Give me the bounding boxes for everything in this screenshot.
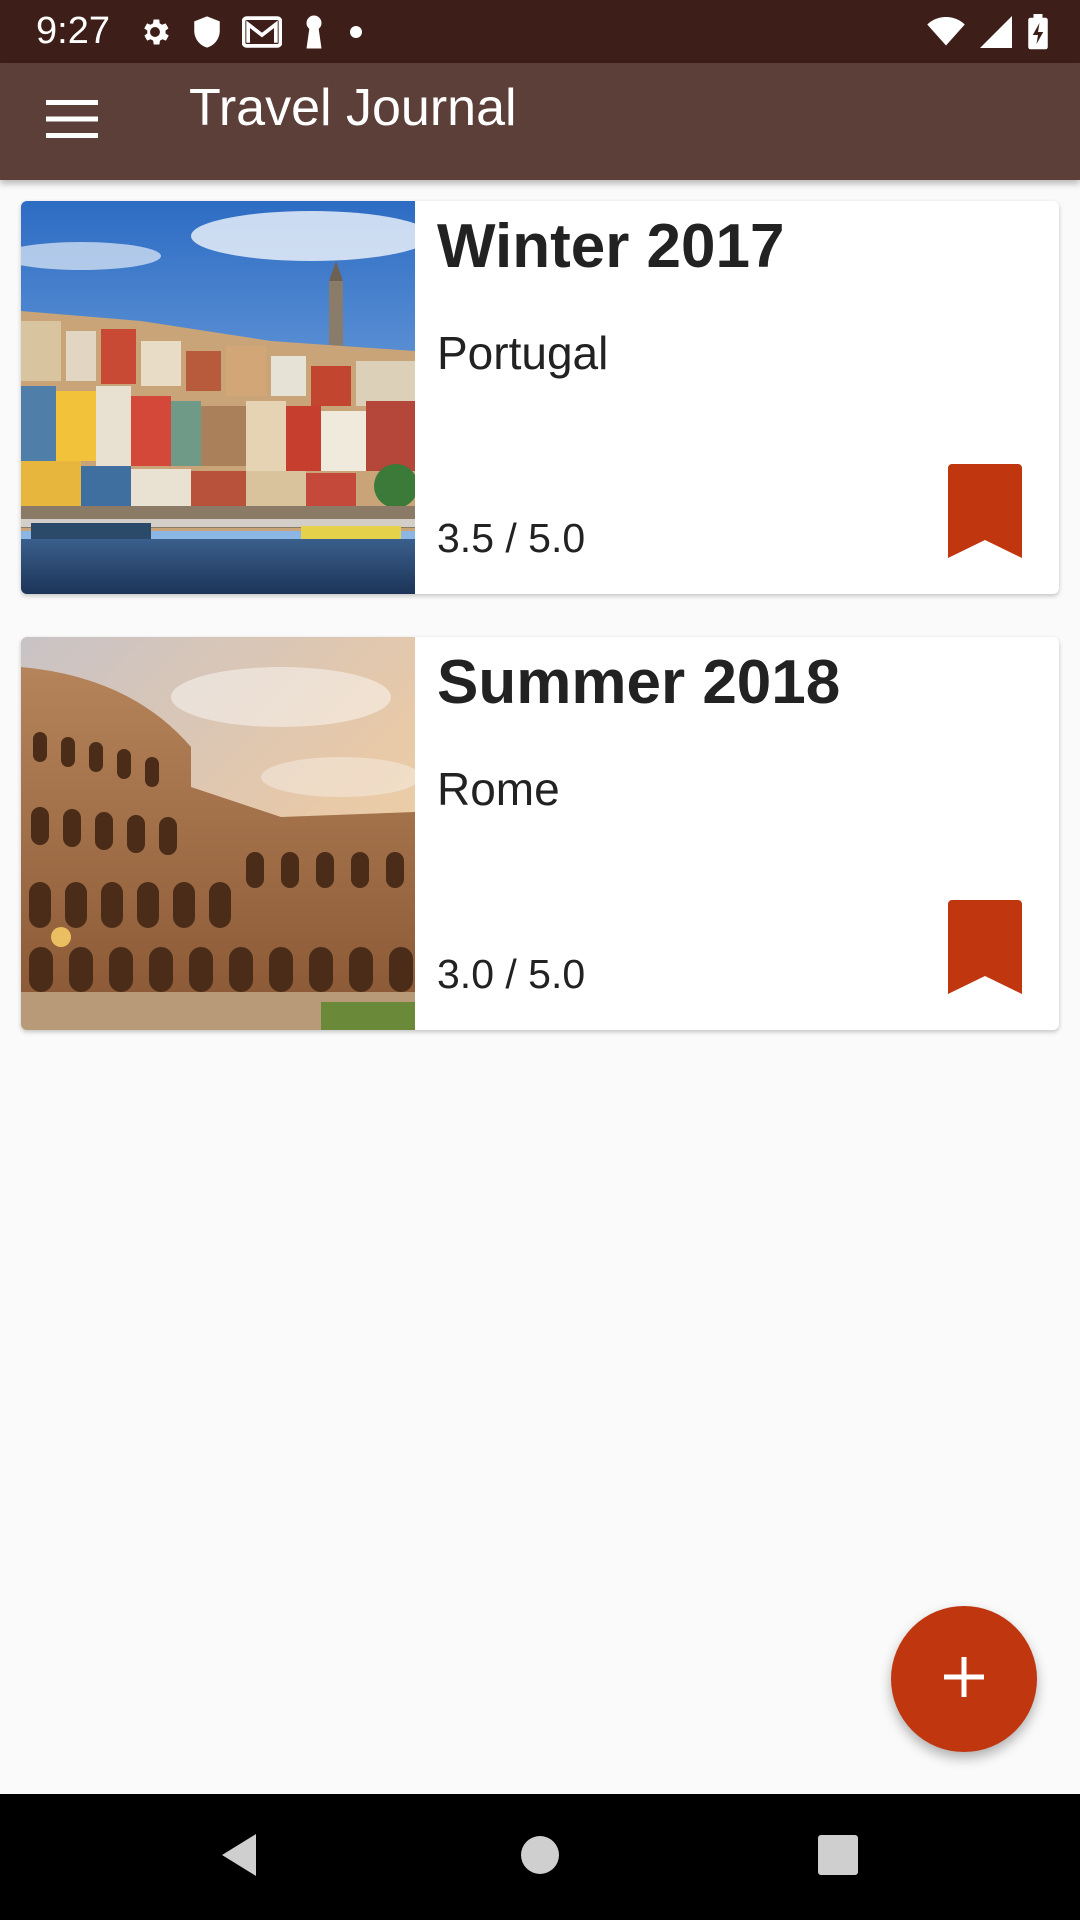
back-button[interactable] (198, 1822, 278, 1892)
trip-location: Portugal (437, 327, 609, 379)
bookmark-button[interactable] (937, 459, 1033, 567)
porto-riverside-photo (21, 201, 415, 594)
bookmark-icon (948, 463, 1022, 563)
trip-card[interactable]: Winter 2017 Portugal 3.5 / 5.0 (21, 201, 1059, 594)
gmail-icon (242, 16, 282, 48)
back-triangle-icon (218, 1832, 258, 1883)
plus-icon (944, 1656, 984, 1702)
recents-square-icon (818, 1834, 858, 1880)
wifi-icon (926, 17, 966, 47)
trip-rating: 3.5 / 5.0 (437, 515, 586, 561)
trip-list[interactable]: Winter 2017 Portugal 3.5 / 5.0 Summer 20… (0, 180, 1080, 1794)
battery-charging-icon (1026, 14, 1050, 50)
navigation-bar (0, 1794, 1080, 1920)
notification-icons (138, 12, 366, 52)
keyhole-icon (302, 14, 326, 50)
trip-rating: 3.0 / 5.0 (437, 951, 586, 997)
colosseum-photo (21, 637, 415, 1030)
trip-title: Winter 2017 (437, 212, 785, 281)
app-bar: Travel Journal (0, 63, 1080, 180)
trip-card[interactable]: Summer 2018 Rome 3.0 / 5.0 (21, 637, 1059, 1030)
dot-icon (346, 22, 366, 42)
signal-icon (980, 16, 1012, 48)
hamburger-menu-icon (46, 99, 98, 143)
status-bar: 9:27 (0, 0, 1080, 63)
system-status-icons (926, 12, 1050, 52)
app-title: Travel Journal (189, 79, 517, 137)
status-time: 9:27 (36, 10, 110, 52)
menu-button[interactable] (24, 85, 120, 157)
shield-icon (192, 15, 222, 49)
trip-location: Rome (437, 763, 560, 815)
trip-title: Summer 2018 (437, 648, 841, 717)
home-circle-icon (520, 1835, 560, 1880)
add-trip-button[interactable] (891, 1606, 1037, 1752)
gear-icon (138, 15, 172, 49)
home-button[interactable] (500, 1822, 580, 1892)
recents-button[interactable] (798, 1822, 878, 1892)
bookmark-button[interactable] (937, 895, 1033, 1003)
bookmark-icon (948, 899, 1022, 999)
